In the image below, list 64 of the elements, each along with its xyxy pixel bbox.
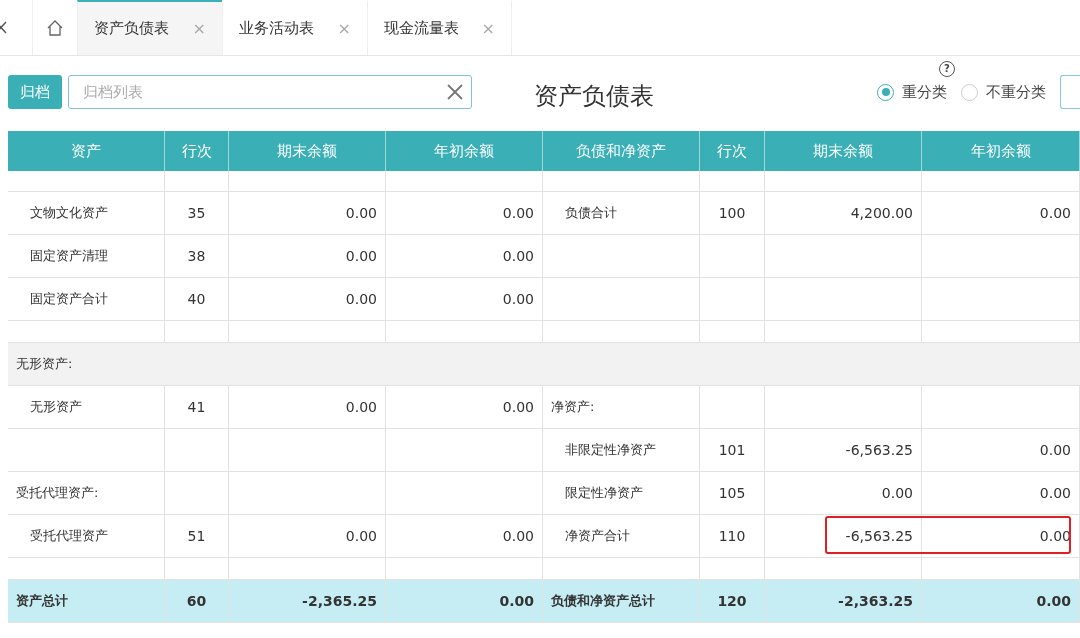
table-cell: 0.00: [229, 192, 386, 234]
table-cell: 101: [700, 429, 765, 471]
table-cell: 0.00: [386, 515, 543, 557]
table-cell: -6,563.25: [765, 515, 922, 557]
tab[interactable]: 业务活动表 ×: [222, 0, 367, 55]
table-cell: 105: [700, 472, 765, 514]
column-header: 年初余额: [922, 131, 1080, 171]
table-cell: 0.00: [386, 386, 543, 428]
table-cell: 0.00: [386, 580, 543, 622]
table-cell: 0.00: [386, 278, 543, 320]
table-cell: 4,200.00: [765, 192, 922, 234]
clear-icon[interactable]: [446, 83, 464, 101]
table-cell: 0.00: [922, 580, 1080, 622]
table-cell: 文物文化资产: [8, 192, 165, 234]
table-cell: 0.00: [922, 192, 1080, 234]
table-cell: 受托代理资产: [8, 515, 165, 557]
home-icon[interactable]: [46, 18, 64, 37]
table-cell: 0.00: [229, 386, 386, 428]
column-header: 期末余额: [765, 131, 922, 171]
table-cell: -2,363.25: [765, 580, 922, 622]
table-cell: 0.00: [386, 235, 543, 277]
column-header: 负债和净资产: [543, 131, 700, 171]
table-cell: 38: [165, 235, 229, 277]
table-cell: 非限定性净资产: [543, 429, 700, 471]
select-field[interactable]: [1060, 75, 1080, 109]
archive-field[interactable]: 归档列表: [68, 75, 472, 109]
table-cell: 负债和净资产总计: [543, 580, 700, 622]
table-cell: 0.00: [765, 472, 922, 514]
table-cell: 负债合计: [543, 192, 700, 234]
tab[interactable]: 现金流量表 ×: [367, 0, 512, 55]
radio-option[interactable]: 不重分类: [961, 82, 1046, 102]
table-cell: -2,365.25: [229, 580, 386, 622]
table-cell: 40: [165, 278, 229, 320]
table-cell: 固定资产清理: [8, 235, 165, 277]
table-cell: 限定性净资产: [543, 472, 700, 514]
tab[interactable]: 资产负债表 ×: [77, 0, 222, 55]
table-cell: 0.00: [922, 472, 1080, 514]
table-cell: 净资产合计: [543, 515, 700, 557]
table-cell: 0.00: [229, 515, 386, 557]
close-icon[interactable]: [0, 20, 8, 35]
column-header: 年初余额: [386, 131, 543, 171]
table-cell: 净资产:: [543, 386, 700, 428]
column-header: 期末余额: [229, 131, 386, 171]
table-cell: 固定资产合计: [8, 278, 165, 320]
table-cell: 51: [165, 515, 229, 557]
column-header: 行次: [700, 131, 765, 171]
column-header: 行次: [165, 131, 229, 171]
table-cell: 资产总计: [8, 580, 165, 622]
table-cell: 110: [700, 515, 765, 557]
table-cell: 0.00: [229, 278, 386, 320]
table-cell: 120: [700, 580, 765, 622]
table-cell: 无形资产: [8, 386, 165, 428]
table-cell: 41: [165, 386, 229, 428]
table-cell: 35: [165, 192, 229, 234]
table-cell: 0.00: [386, 192, 543, 234]
column-header: 资产: [8, 131, 165, 171]
table-cell: -6,563.25: [765, 429, 922, 471]
table-cell: 0.00: [229, 235, 386, 277]
report-title: 资产负债表: [534, 81, 654, 112]
table-cell: 0.00: [922, 429, 1080, 471]
table-cell-text: 无形资产:: [15, 355, 74, 373]
table-cell: 受托代理资产:: [8, 472, 165, 514]
table-cell: 100: [700, 192, 765, 234]
table-cell: 60: [165, 580, 229, 622]
